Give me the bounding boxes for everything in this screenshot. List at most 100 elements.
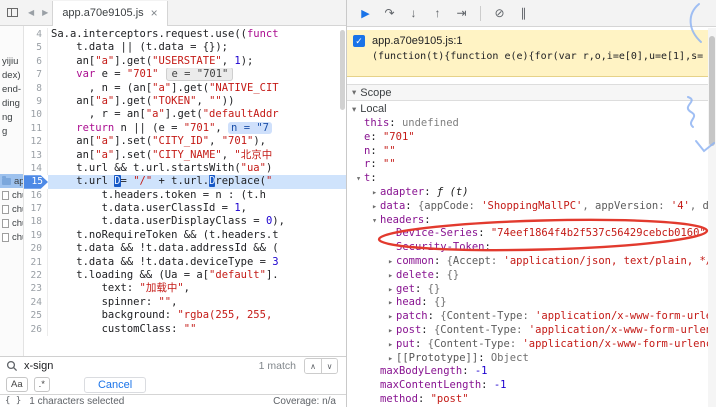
file-tree-item[interactable]: chu (0, 188, 23, 202)
twisty-icon[interactable]: ▸ (385, 256, 396, 269)
back-icon[interactable]: ◀ (24, 8, 38, 17)
forward-icon[interactable]: ▶ (38, 8, 52, 17)
line-number[interactable]: 17 (24, 202, 48, 216)
regex-toggle[interactable]: .* (33, 377, 50, 392)
code-line[interactable]: 7 var e = "701" e = "701" (24, 68, 346, 82)
code-line[interactable]: 23 text: "加载中", (24, 282, 346, 296)
code-line[interactable]: 19 t.noRequireToken && (t.headers.t (24, 228, 346, 243)
code-line[interactable]: 9 an["a"].get("TOKEN", "")) (24, 94, 346, 109)
step-out-button[interactable]: ↑ (427, 3, 448, 23)
line-number[interactable]: 5 (24, 41, 48, 55)
scope-local-row[interactable]: ▾ Local (347, 101, 709, 117)
code-line[interactable]: 17 t.data.userClassId = 1, (24, 202, 346, 216)
resume-button[interactable]: ▶ (355, 3, 376, 23)
scope-entry[interactable]: ▸ delete: {} (347, 269, 709, 283)
code-line[interactable]: 5 t.data || (t.data = {}); (24, 41, 346, 55)
scope-entry[interactable]: ▸ put: {Content-Type: 'application/x-www-… (347, 338, 709, 352)
twisty-icon[interactable]: ▸ (385, 311, 396, 324)
line-number[interactable]: 15 (24, 175, 48, 189)
code-line[interactable]: 11 return n || (e = "701", n = "7 (24, 121, 346, 136)
line-number[interactable]: 12 (24, 135, 48, 149)
code-line[interactable]: 20 t.data && !t.data.addressId && ( (24, 242, 346, 256)
line-number[interactable]: 20 (24, 242, 48, 256)
twisty-icon[interactable]: ▸ (369, 187, 380, 200)
line-number[interactable]: 21 (24, 255, 48, 270)
twisty-icon[interactable]: ▸ (385, 339, 396, 352)
breakpoint-entry[interactable]: app.a70e9105.js:1 (function(t){function … (347, 30, 709, 77)
scope-entry[interactable]: ▸ [[Prototype]]: Object (347, 352, 709, 366)
scope-entry[interactable]: ▸ get: {} (347, 283, 709, 297)
step-button[interactable]: ⇥ (451, 3, 472, 23)
twisty-icon[interactable]: ▸ (385, 270, 396, 283)
code-line[interactable]: 8 , n = (an["a"].get("NATIVE_CIT (24, 81, 346, 95)
code-line[interactable]: 6 an["a"].get("USERSTATE", 1); (24, 54, 346, 69)
next-match-button[interactable]: ∨ (321, 359, 337, 373)
line-number[interactable]: 16 (24, 188, 48, 203)
previous-match-button[interactable]: ∧ (305, 359, 321, 373)
match-case-toggle[interactable]: Aa (6, 377, 28, 392)
line-number[interactable]: 9 (24, 94, 48, 109)
line-number[interactable]: 22 (24, 269, 48, 283)
file-tree-item[interactable]: end- (0, 82, 23, 96)
line-number[interactable]: 25 (24, 309, 48, 323)
line-number[interactable]: 11 (24, 121, 48, 136)
line-number[interactable]: 23 (24, 282, 48, 296)
code-line[interactable]: 22 t.loading && (Ua = a["default"]. (24, 269, 346, 283)
code-line[interactable]: 15 t.url D= "/" + t.url.Dreplace(" (24, 175, 346, 189)
scrollbar-thumb[interactable] (340, 30, 345, 110)
close-icon[interactable]: × (151, 6, 158, 20)
line-number[interactable]: 4 (24, 28, 48, 42)
code-line[interactable]: 14 t.url && t.url.startsWith("ua") (24, 161, 346, 176)
line-number[interactable]: 18 (24, 215, 48, 229)
pretty-print-icon[interactable]: { } (5, 396, 21, 406)
cancel-button[interactable]: Cancel (83, 376, 147, 393)
code-line[interactable]: 26 customClass: "" (24, 322, 346, 336)
scope-entry[interactable]: ▸ adapter: ƒ (t) (347, 186, 709, 200)
search-input[interactable]: x-sign (24, 360, 53, 372)
line-number[interactable]: 6 (24, 54, 48, 69)
twisty-icon[interactable]: ▸ (385, 325, 396, 338)
file-tree-item[interactable]: dex) (0, 68, 23, 82)
step-into-button[interactable]: ↓ (403, 3, 424, 23)
file-tree-item[interactable]: chu (0, 216, 23, 230)
code-line[interactable]: 25 background: "rgba(255, 255, (24, 309, 346, 323)
file-tree-item[interactable]: chu (0, 202, 23, 216)
twisty-icon[interactable]: ▾ (353, 173, 364, 186)
line-number[interactable]: 26 (24, 322, 48, 336)
scope-entry[interactable]: ▸ post: {Content-Type: 'application/x-www… (347, 324, 709, 338)
pause-on-exceptions-button[interactable]: ∥ (513, 3, 534, 23)
line-number[interactable]: 10 (24, 108, 48, 122)
breakpoint-checkbox[interactable] (353, 35, 365, 47)
file-tree-item[interactable]: ng (0, 110, 23, 124)
code-line[interactable]: 10 , r = an["a"].get("defaultAddr (24, 108, 346, 122)
line-number[interactable]: 8 (24, 81, 48, 95)
navigator-toggle-icon[interactable] (0, 8, 24, 17)
scope-section-header[interactable]: ▾ Scope (347, 84, 709, 101)
file-tree-item[interactable]: chu (0, 230, 23, 244)
breakpoint-location-link[interactable]: app.a70e9105.js:1 (372, 35, 463, 47)
scope-entry[interactable]: ▸ common: {Accept: 'application/json, tex… (347, 255, 709, 269)
scope-entry[interactable]: ▸ patch: {Content-Type: 'application/x-ww… (347, 310, 709, 324)
code-line[interactable]: 4 Sa.a.interceptors.request.use((funct (24, 28, 346, 42)
step-over-button[interactable]: ↷ (379, 3, 400, 23)
file-tree-item[interactable]: g (0, 124, 23, 138)
scope-scrollbar[interactable] (708, 28, 716, 407)
line-number[interactable]: 19 (24, 228, 48, 243)
deactivate-breakpoints-button[interactable]: ⊘ (489, 3, 510, 23)
code-line[interactable]: 13 an["a"].set("CITY_NAME", "北京中 (24, 148, 346, 162)
file-tree-item[interactable]: app (0, 174, 23, 188)
line-number[interactable]: 7 (24, 68, 48, 82)
twisty-icon[interactable]: ▸ (385, 353, 396, 366)
code-line[interactable]: 16 t.headers.token = n : (t.h (24, 188, 346, 203)
twisty-icon[interactable]: ▾ (369, 215, 380, 228)
scope-entry[interactable]: ▸ data: {appCode: 'ShoppingMallPC', appVe… (347, 200, 709, 214)
code-line[interactable]: 12 an["a"].set("CITY_ID", "701"), (24, 135, 346, 149)
twisty-icon[interactable]: ▸ (385, 297, 396, 310)
twisty-icon[interactable]: ▸ (369, 201, 380, 214)
scope-entry[interactable]: ▸ head: {} (347, 296, 709, 310)
tab-app-js[interactable]: app.a70e9105.js × (52, 0, 168, 26)
line-number[interactable]: 24 (24, 295, 48, 310)
code-line[interactable]: 24 spinner: "", (24, 295, 346, 310)
line-number[interactable]: 14 (24, 161, 48, 176)
code-line[interactable]: 18 t.data.userDisplayClass = 0), (24, 215, 346, 229)
